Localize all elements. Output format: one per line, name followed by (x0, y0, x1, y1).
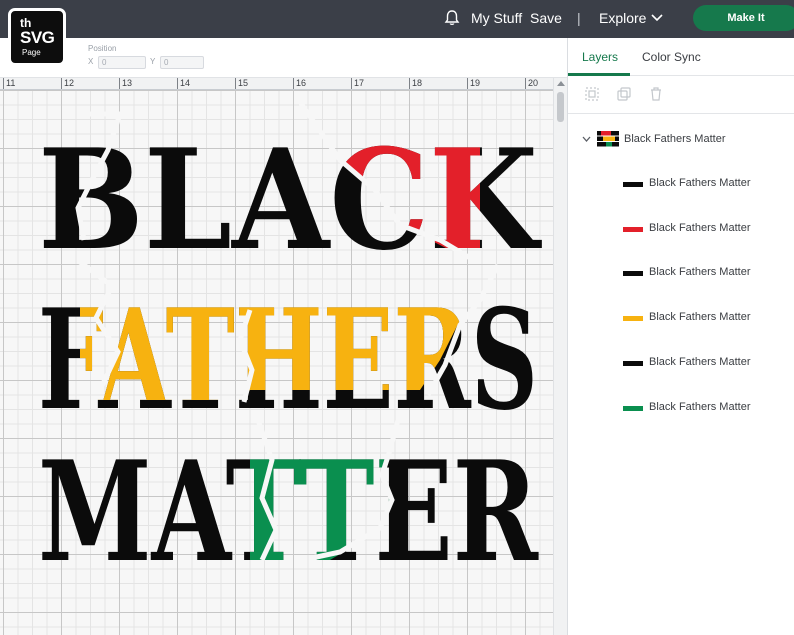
layer-label: Black Fathers Matter (649, 222, 751, 234)
group-label: Black Fathers Matter (624, 133, 726, 145)
layer-thumbnail-icon (623, 316, 643, 321)
ruler-tick: 19 (467, 78, 480, 89)
duplicate-icon[interactable] (616, 86, 632, 102)
layers-panel: Layers Color Sync Black Fathers Matter B… (567, 38, 794, 635)
layer-row[interactable]: Black Fathers Matter (568, 258, 794, 288)
brand-logo: th SVG Page (8, 8, 66, 66)
logo-text-svg: SVG (20, 28, 55, 47)
position-label: Position (88, 44, 117, 53)
layer-row[interactable]: Black Fathers Matter (568, 393, 794, 423)
panel-tabs: Layers Color Sync (568, 38, 794, 76)
logo-text-page: Page (22, 48, 41, 57)
top-bar: My Stuff Save | Explore Make It (0, 0, 794, 38)
ruler-tick: 16 (293, 78, 306, 89)
black-fathers-matter-design[interactable]: BLACK BLACK FATHERS FATHERS FATHERS MATT… (0, 90, 553, 635)
y-position-field[interactable]: 0 (160, 56, 204, 69)
save-link[interactable]: Save (530, 10, 562, 27)
layer-label: Black Fathers Matter (649, 401, 751, 413)
scroll-up-arrow-icon[interactable] (557, 81, 565, 86)
y-axis-label: Y (150, 57, 156, 66)
ruler-tick: 15 (235, 78, 248, 89)
layer-row[interactable]: Black Fathers Matter (568, 214, 794, 244)
design-canvas[interactable]: BLACK BLACK FATHERS FATHERS FATHERS MATT… (0, 90, 553, 635)
layer-row[interactable]: Black Fathers Matter (568, 348, 794, 378)
layer-label: Black Fathers Matter (649, 266, 751, 278)
layer-label: Black Fathers Matter (649, 311, 751, 323)
layer-tools (568, 76, 794, 114)
ruler-tick: 20 (525, 78, 538, 89)
position-toolbar: Position X 0 Y 0 (0, 38, 568, 78)
layer-thumbnail-icon (623, 271, 643, 276)
tab-color-sync[interactable]: Color Sync (642, 50, 701, 64)
x-position-field[interactable]: 0 (98, 56, 146, 69)
layer-row[interactable]: Black Fathers Matter (568, 303, 794, 333)
ruler-tick: 11 (3, 78, 15, 89)
ruler-tick: 17 (351, 78, 364, 89)
my-stuff-link[interactable]: My Stuff (471, 10, 522, 27)
horizontal-ruler: 11 12 13 14 15 16 17 18 19 20 (0, 78, 553, 90)
ruler-tick: 13 (119, 78, 132, 89)
topbar-separator: | (577, 10, 581, 26)
word-matter: MATTER MATTER (38, 419, 539, 593)
tab-layers[interactable]: Layers (582, 50, 618, 64)
layer-label: Black Fathers Matter (649, 356, 751, 368)
layer-thumbnail-icon (623, 227, 643, 232)
vertical-scrollbar[interactable] (553, 78, 567, 635)
trash-icon[interactable] (648, 86, 664, 102)
ruler-tick: 18 (409, 78, 422, 89)
explore-menu[interactable]: Explore (599, 10, 646, 27)
word-fathers: FATHERS FATHERS FATHERS (38, 260, 538, 441)
ruler-tick: 12 (61, 78, 74, 89)
scroll-thumb[interactable] (557, 92, 564, 122)
make-it-button[interactable]: Make It (693, 5, 794, 31)
group-thumbnail-icon (597, 131, 619, 147)
bell-icon[interactable] (443, 9, 461, 27)
x-axis-label: X (88, 57, 94, 66)
chevron-down-icon[interactable] (650, 12, 664, 24)
chevron-down-icon[interactable] (582, 136, 591, 143)
layer-row[interactable]: Black Fathers Matter (568, 169, 794, 199)
layer-group-row[interactable]: Black Fathers Matter (568, 126, 794, 154)
word-black: BLACK BLACK (38, 100, 543, 281)
group-icon[interactable] (584, 86, 600, 102)
layer-thumbnail-icon (623, 182, 643, 187)
layer-label: Black Fathers Matter (649, 177, 751, 189)
layer-thumbnail-icon (623, 406, 643, 411)
ruler-tick: 14 (177, 78, 190, 89)
layer-thumbnail-icon (623, 361, 643, 366)
